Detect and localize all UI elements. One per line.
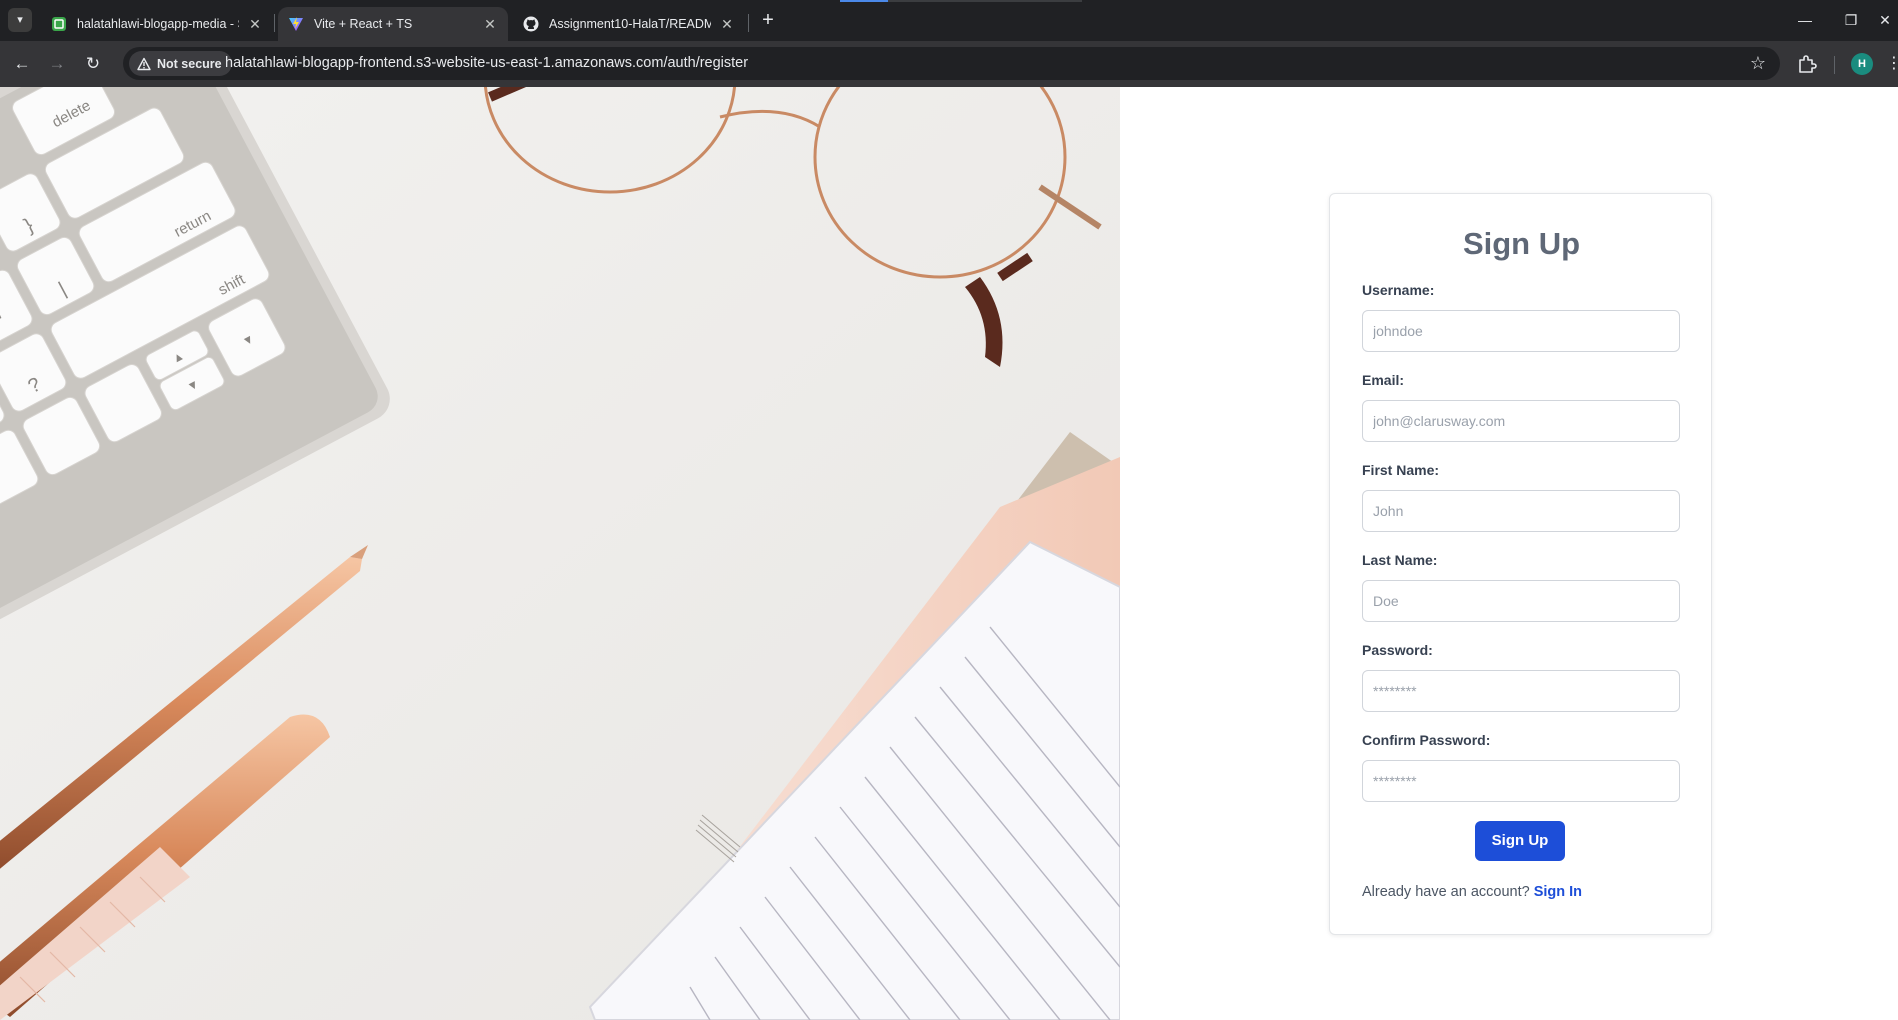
minimize-icon[interactable]: — (1782, 8, 1828, 32)
menu-dots-icon[interactable]: ⋮ (1886, 53, 1898, 75)
last-name-input[interactable] (1362, 580, 1680, 622)
username-input[interactable] (1362, 310, 1680, 352)
tab-title: Vite + React + TS (314, 17, 413, 31)
new-tab-plus-icon[interactable]: + (756, 9, 780, 33)
signup-card: Sign Up Username: Email: First Name: Las… (1329, 193, 1712, 935)
page-title: Sign Up (1462, 226, 1581, 261)
address-bar[interactable]: Not secure halatahlawi-blogapp-frontend.… (123, 47, 1780, 80)
forward-arrow-icon[interactable]: → (45, 52, 69, 76)
security-label: Not secure (157, 56, 222, 71)
github-icon (523, 16, 539, 32)
warning-triangle-icon (137, 57, 151, 70)
last-name-label: Last Name: (1362, 552, 1438, 568)
close-tab-icon[interactable]: ✕ (719, 16, 735, 32)
tab-title: Assignment10-HalaT/README. (549, 17, 711, 31)
tab-search-chevron-icon[interactable]: ▾ (8, 8, 32, 32)
email-label: Email: (1362, 372, 1405, 388)
browser-toolbar: ← → ↻ Not secure halatahlawi-blogapp-fro… (0, 41, 1898, 87)
s3-bucket-icon (52, 17, 66, 31)
confirm-password-label: Confirm Password: (1362, 732, 1491, 748)
tab-title: halatahlawi-blogapp-media - S (77, 17, 239, 31)
password-label: Password: (1362, 642, 1433, 658)
email-input[interactable] (1362, 400, 1680, 442)
tab-github-readme[interactable]: Assignment10-HalaT/README. ✕ (513, 7, 745, 41)
tab-strip: ▾ halatahlawi-blogapp-media - S ✕ Vite +… (0, 0, 1898, 41)
username-label: Username: (1362, 282, 1435, 298)
bookmark-star-icon[interactable]: ☆ (1748, 53, 1768, 73)
tab-s3-media[interactable]: halatahlawi-blogapp-media - S ✕ (41, 7, 273, 41)
first-name-label: First Name: (1362, 462, 1440, 478)
sign-in-link[interactable]: Sign In (1534, 884, 1582, 900)
close-window-icon[interactable]: ✕ (1862, 8, 1898, 32)
desk-hero-image: delete return shift option mmand } " | ?… (0, 87, 1120, 1020)
close-tab-icon[interactable]: ✕ (482, 16, 498, 32)
security-chip[interactable]: Not secure (129, 51, 232, 76)
profile-avatar[interactable]: H (1851, 53, 1873, 75)
close-tab-icon[interactable]: ✕ (247, 16, 263, 32)
tab-strip-highlight (840, 0, 1082, 2)
sign-up-button[interactable]: Sign Up (1475, 821, 1565, 861)
vite-icon (289, 17, 303, 31)
url-text[interactable]: halatahlawi-blogapp-frontend.s3-website-… (225, 55, 748, 71)
first-name-input[interactable] (1362, 490, 1680, 532)
register-page: delete return shift option mmand } " | ?… (0, 87, 1898, 1020)
tab-vite-react[interactable]: Vite + React + TS ✕ (278, 7, 508, 41)
back-arrow-icon[interactable]: ← (10, 52, 34, 76)
password-input[interactable] (1362, 670, 1680, 712)
signin-prompt: Already have an account? (1362, 884, 1530, 900)
confirm-password-input[interactable] (1362, 760, 1680, 802)
extensions-puzzle-icon[interactable] (1796, 53, 1818, 75)
reload-icon[interactable]: ↻ (81, 52, 105, 76)
signin-prompt-row: Already have an account? Sign In (1362, 884, 1582, 900)
